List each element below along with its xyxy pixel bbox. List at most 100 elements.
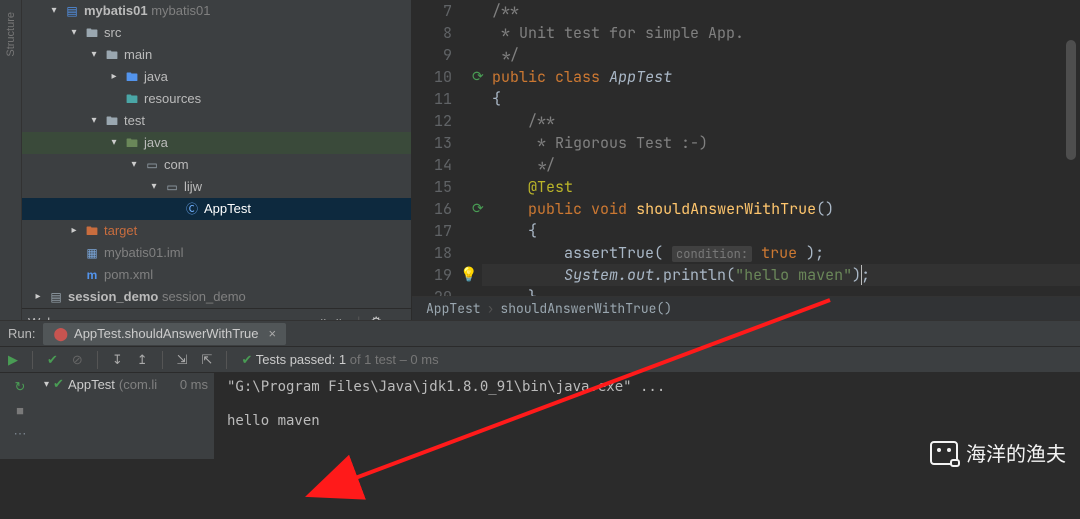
code-text: true [761,243,797,263]
line-number[interactable]: 8 [412,22,452,44]
code-text: public [492,67,546,87]
chevron-down-icon[interactable]: ▾ [88,110,100,132]
line-number[interactable]: 19 [412,264,452,286]
chevron-down-icon[interactable]: ▾ [108,132,120,154]
show-ignored-toggle[interactable]: ⊘ [72,352,83,368]
project-tree[interactable]: ▾ ▤ mybatis01 mybatis01 ▾ 🖿 src ▾ 🖿 main… [22,0,412,320]
folder-icon: 🖿 [104,113,120,129]
hide-icon[interactable]: — [392,314,405,320]
breadcrumb-method[interactable]: shouldAnswerWithTrue() [500,300,672,317]
tree-pom[interactable]: m pom.xml [22,264,411,286]
tree-class-apptest[interactable]: Ⓒ AppTest [22,198,411,220]
tree-test-java[interactable]: ▾ 🖿 java [22,132,411,154]
gear-icon[interactable]: ⚙ [370,314,382,320]
code-text: { [492,221,537,241]
tree-pkg-com[interactable]: ▾ ▭ com [22,154,411,176]
class-icon: Ⓒ [184,201,200,217]
maven-icon: m [84,267,100,283]
sep-icon: | [357,314,360,320]
tree-src[interactable]: ▾ 🖿 src [22,22,411,44]
tree-label: test [124,110,145,132]
line-number[interactable]: 9 [412,44,452,66]
chevron-down-icon[interactable]: ▾ [48,0,60,22]
editor-scrollbar[interactable] [1066,0,1076,296]
sort-icon[interactable]: ↧ [112,352,123,368]
chevron-down-icon[interactable]: ▾ [128,154,140,176]
stop-button[interactable]: ■ [16,403,24,418]
tree-label: session_demo [68,289,158,304]
tree-hint: mybatis01 [151,3,210,18]
run-tab[interactable]: ⬤ AppTest.shouldAnswerWithTrue × [43,323,286,345]
line-number[interactable]: 16 [412,198,452,220]
line-number[interactable]: 11 [412,88,452,110]
chevron-right-icon[interactable]: ▸ [68,220,80,242]
close-icon[interactable]: × [269,326,277,341]
chevron-down-icon[interactable]: ▾ [44,379,49,390]
breadcrumb-class[interactable]: AppTest [426,300,481,317]
code-area[interactable]: /** * Unit test for simple App. */ publi… [482,0,1080,320]
scrollbar-thumb[interactable] [1066,40,1076,160]
tree-main[interactable]: ▾ 🖿 main [22,44,411,66]
expand-icon[interactable]: ⇲ [177,352,188,368]
expand-icon[interactable]: ⇤ [336,314,347,320]
tree-main-java[interactable]: ▸ 🖿 java [22,66,411,88]
tree-iml[interactable]: ▦ mybatis01.iml [22,242,411,264]
tree-test[interactable]: ▾ 🖿 test [22,110,411,132]
tree-label: resources [144,88,201,110]
code-text: * Rigorous Test :-) [492,133,708,153]
tree-label: lijw [184,176,202,198]
rerun-button[interactable]: ▶ [8,352,18,368]
test-node-pkg: (com.li [119,377,157,392]
package-icon: ▭ [144,157,160,173]
line-number[interactable]: 12 [412,110,452,132]
resources-folder-icon: 🖿 [124,91,140,107]
editor-breadcrumb[interactable]: AppTest › shouldAnswerWithTrue() [412,296,1080,320]
tree-session-demo[interactable]: ▸ ▤ session_demo session_demo [22,286,411,308]
code-text: /** [492,1,519,21]
line-number[interactable]: 13 [412,132,452,154]
line-number[interactable]: 17 [412,220,452,242]
code-text: { [492,89,501,109]
check-icon: ✔ [53,376,64,392]
line-number[interactable]: 15 [412,176,452,198]
code-text: class [555,67,600,87]
test-tree[interactable]: ▾ ✔ AppTest (com.li 0 ms [40,373,215,459]
run-label: Run: [8,326,35,341]
module-icon: ▤ [48,289,64,305]
collapse-icon[interactable]: ⇥ [315,314,326,320]
folder-icon: 🖿 [104,47,120,63]
chevron-down-icon[interactable]: ▾ [148,176,160,198]
sort-icon[interactable]: ↥ [137,352,148,368]
iml-file-icon: ▦ [84,245,100,261]
tree-main-resources[interactable]: 🖿 resources [22,88,411,110]
chevron-down-icon[interactable]: ▾ [68,22,80,44]
line-number[interactable]: 7 [412,0,452,22]
chevron-right-icon[interactable]: ▸ [108,66,120,88]
tree-module[interactable]: ▾ ▤ mybatis01 mybatis01 [22,0,411,22]
structure-rail-label[interactable]: Structure [5,12,17,57]
line-number[interactable]: 10 [412,66,452,88]
chevron-right-icon[interactable]: ▸ [32,286,44,308]
rerun-failed-button[interactable]: ↻ [15,379,26,395]
tree-target[interactable]: ▸ 🖿 target [22,220,411,242]
marker-gutter[interactable]: ⟳ ⟳ 💡 [462,0,482,320]
tree-hint: session_demo [162,289,246,304]
show-passed-toggle[interactable]: ✔ [47,352,58,368]
line-number-gutter[interactable]: 7 8 9 10 11 12 13 14 15 16 17 18 19 20 [412,0,462,320]
intention-bulb-icon[interactable]: 💡 [460,264,477,286]
run-tab-label: AppTest.shouldAnswerWithTrue [74,326,259,341]
watermark-text: 海洋的渔夫 [966,438,1066,467]
tree-label: target [104,220,137,242]
test-node[interactable]: AppTest [68,377,115,392]
line-number[interactable]: 14 [412,154,452,176]
code-text: void [591,199,627,219]
tree-label: java [144,66,168,88]
editor[interactable]: 7 8 9 10 11 12 13 14 15 16 17 18 19 20 ⟳… [412,0,1080,320]
toggle-button[interactable]: ⋯ [14,426,27,442]
code-text: assertTrue [564,243,654,263]
chevron-down-icon[interactable]: ▾ [88,44,100,66]
tree-pkg-lijw[interactable]: ▾ ▭ lijw [22,176,411,198]
code-text: * Unit test for simple App. [492,23,744,43]
collapse-icon[interactable]: ⇱ [202,352,213,368]
line-number[interactable]: 18 [412,242,452,264]
